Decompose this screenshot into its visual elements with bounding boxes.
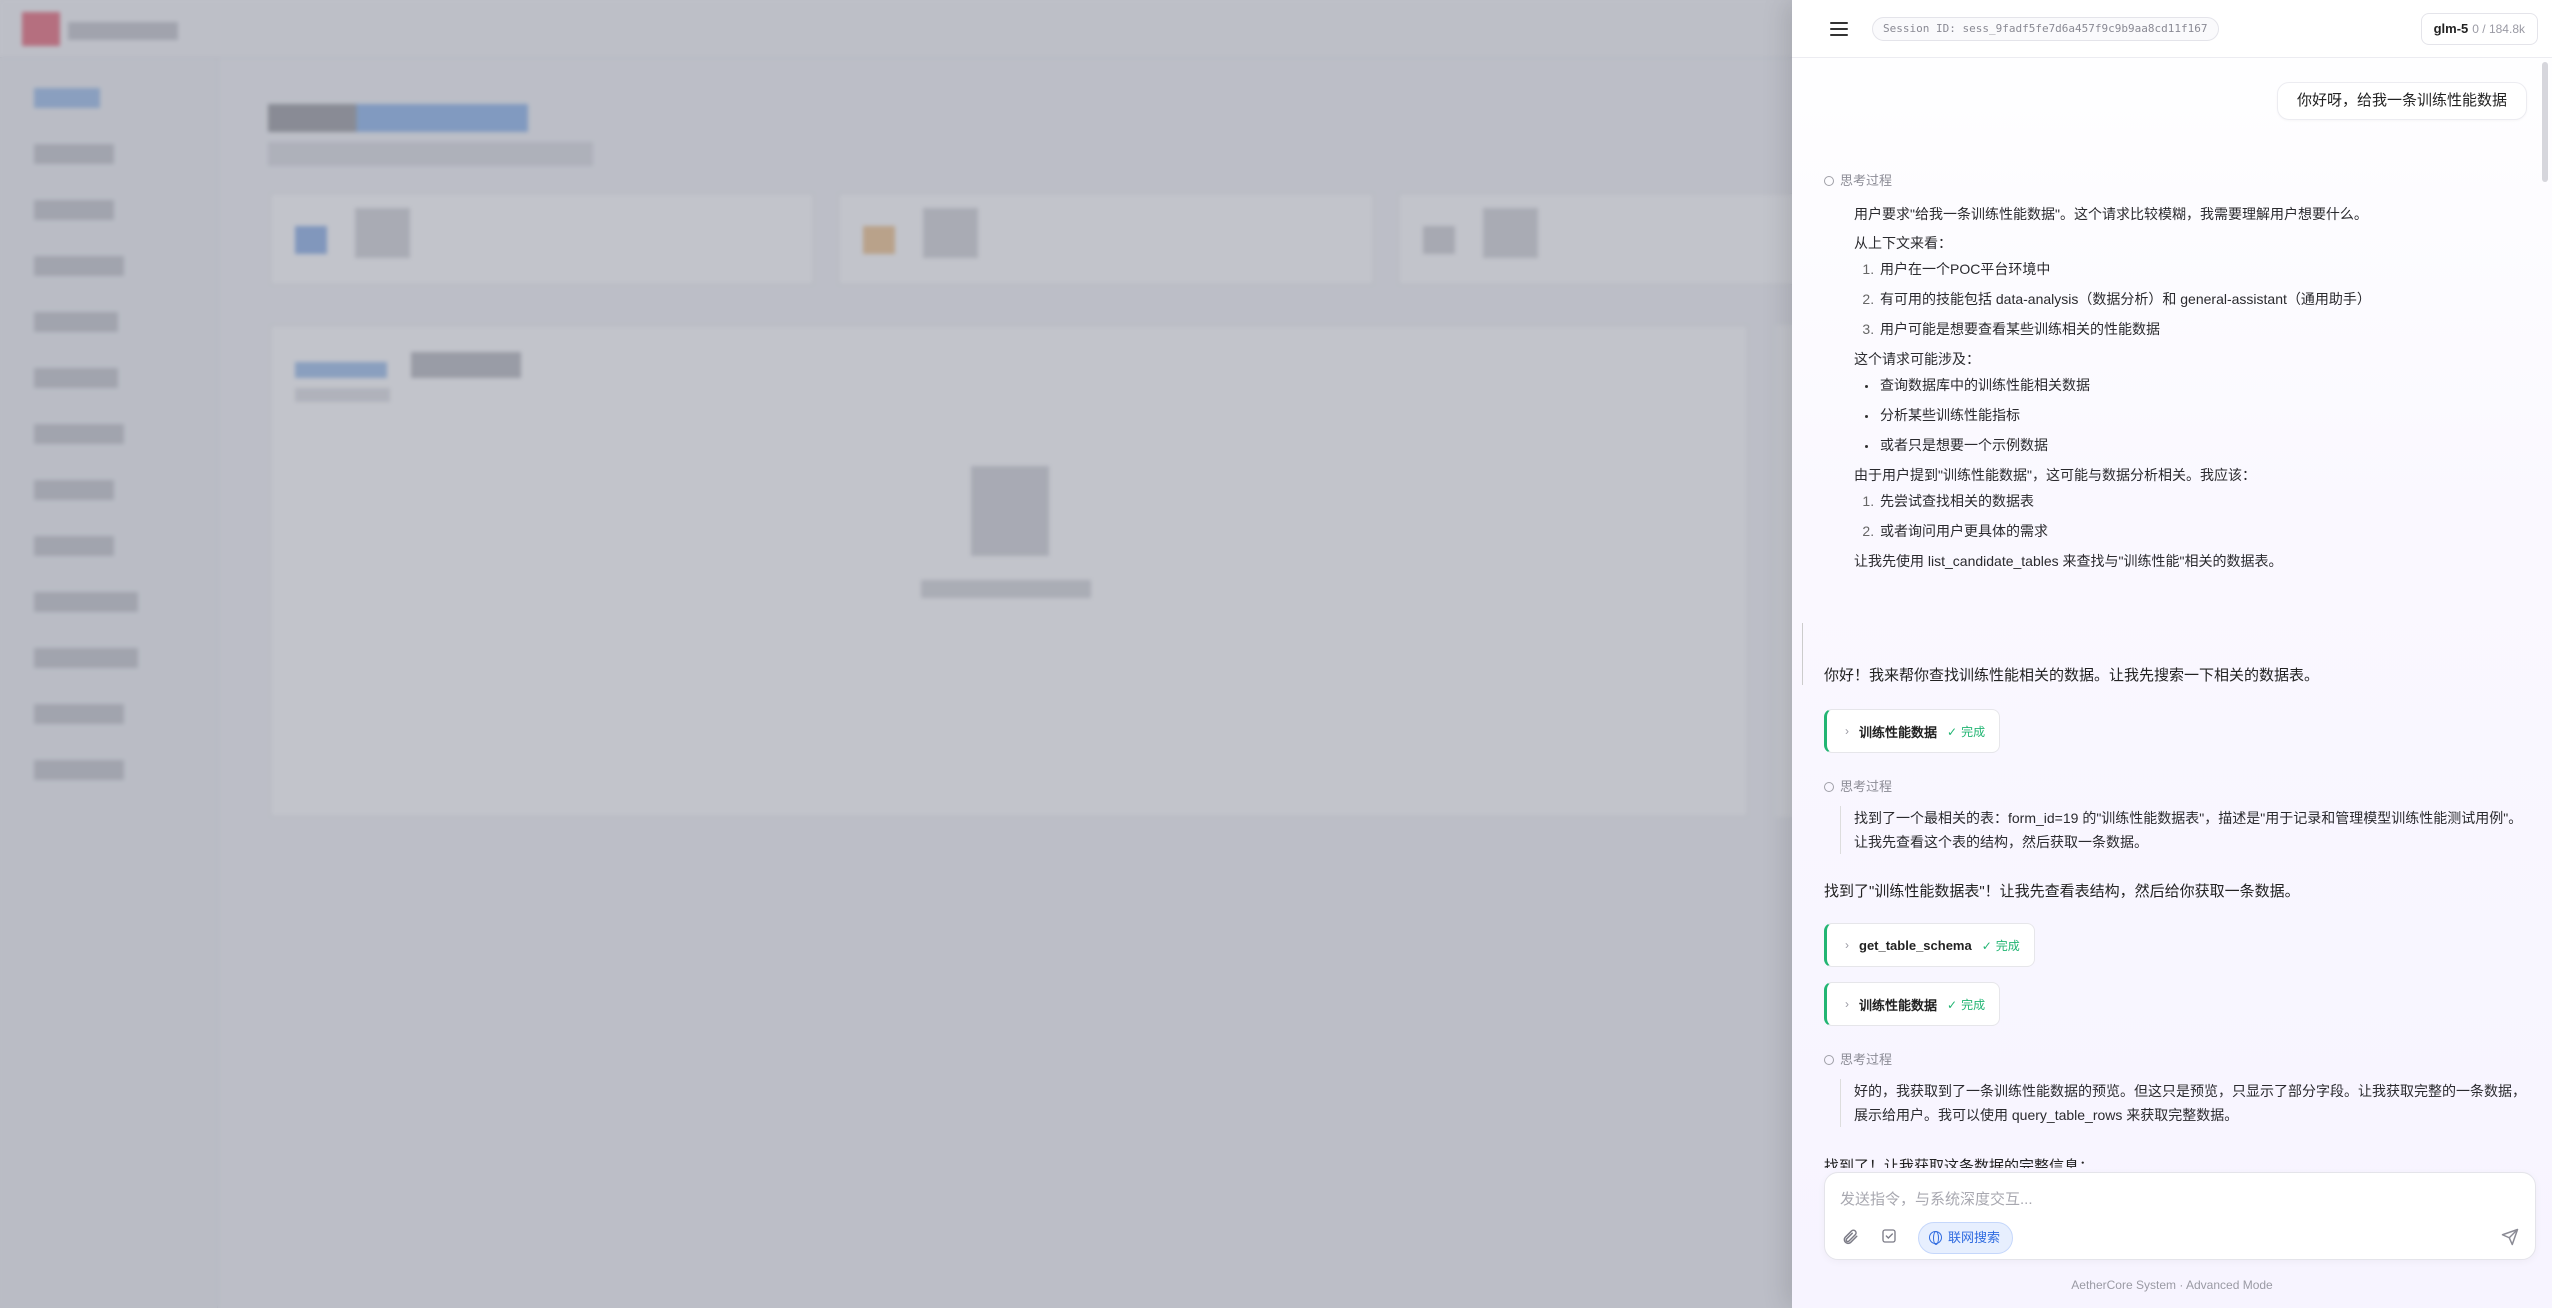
web-search-toggle[interactable]: 联网搜索: [1918, 1222, 2014, 1254]
thinking-content: 找到了一个最相关的表：form_id=19 的"训练性能数据表"，描述是"用于记…: [1840, 806, 2530, 854]
thinking-paragraph: 让我先使用 list_candidate_tables 来查找与"训练性能"相关…: [1854, 553, 2283, 569]
modal-overlay[interactable]: [0, 0, 1792, 1308]
assistant-message: 你好！我来帮你查找训练性能相关的数据。让我先搜索一下相关的数据表。: [1824, 667, 2320, 684]
menu-icon[interactable]: [1830, 19, 1850, 39]
assistant-drawer: Session ID: sess_9fadf5fe7d6a457f9c9b9aa…: [1792, 0, 2552, 1308]
sparkle-icon: [1824, 1055, 1834, 1065]
model-name: glm-5: [2433, 21, 2469, 36]
message-composer: 发送指令，与系统深度交互... 联网搜索: [1824, 1172, 2536, 1260]
thinking-paragraph: 从上下文来看：: [1854, 235, 1952, 251]
thinking-label: 思考过程: [1840, 1052, 1893, 1067]
tool-status-text: 完成: [1961, 724, 1986, 739]
list-item: 用户在一个POC平台环境中: [1878, 262, 2530, 276]
tool-name: get_table_schema: [1859, 937, 1972, 953]
model-selector[interactable]: glm-5 0 / 184.8k: [2420, 13, 2538, 45]
list-item: 查询数据库中的训练性能相关数据: [1878, 378, 2530, 392]
thinking-paragraph: 这个请求可能涉及：: [1854, 351, 1980, 367]
sparkle-icon: [1824, 782, 1834, 792]
thinking-toggle[interactable]: 思考过程: [1824, 170, 1892, 189]
list-item: 或者只是想要一个示例数据: [1878, 438, 2530, 452]
assistant-message: 找到了！让我获取这条数据的完整信息：: [1824, 1158, 2095, 1168]
thinking-label: 思考过程: [1840, 779, 1893, 794]
thinking-toggle[interactable]: 思考过程: [1824, 776, 1892, 795]
thinking-content: 好的，我获取到了一条训练性能数据的预览。但这只是预览，只显示了部分字段。让我获取…: [1840, 1079, 2530, 1127]
tool-call-card[interactable]: › get_table_schema ✓ 完成: [1824, 923, 2035, 967]
web-search-label: 联网搜索: [1948, 1230, 2001, 1245]
list-item: 先尝试查找相关的数据表: [1878, 494, 2530, 508]
paperclip-icon[interactable]: [1840, 1228, 1860, 1248]
chat-scrollbar[interactable]: [2542, 62, 2548, 182]
tool-status-text: 完成: [1995, 938, 2020, 953]
sparkle-icon: [1824, 176, 1834, 186]
tool-status-text: 完成: [1961, 997, 1986, 1012]
chevron-right-icon: ›: [1845, 724, 1849, 738]
thinking-paragraph: 由于用户提到"训练性能数据"，这可能与数据分析相关。我应该：: [1854, 467, 2256, 483]
tool-status: ✓ 完成: [1982, 937, 2020, 954]
chat-scroll-area[interactable]: 你好呀，给我一条训练性能数据 思考过程 用户要求"给我一条训练性能数据"。这个请…: [1792, 58, 2552, 1168]
tool-name: 训练性能数据: [1859, 997, 1938, 1013]
globe-icon: [1929, 1231, 1942, 1245]
user-message: 你好呀，给我一条训练性能数据: [2276, 82, 2527, 120]
task-check-icon[interactable]: [1879, 1228, 1899, 1248]
session-id-badge: Session ID: sess_9fadf5fe7d6a457f9c9b9aa…: [1872, 17, 2219, 41]
drawer-header: Session ID: sess_9fadf5fe7d6a457f9c9b9aa…: [1792, 0, 2552, 58]
chevron-right-icon: ›: [1845, 997, 1849, 1011]
thinking-toggle[interactable]: 思考过程: [1824, 1049, 1892, 1068]
tool-call-card[interactable]: › 训练性能数据 ✓ 完成: [1824, 982, 2001, 1026]
check-icon: ✓: [1947, 724, 1958, 739]
thinking-label: 思考过程: [1840, 173, 1893, 188]
message-input[interactable]: 发送指令，与系统深度交互...: [1840, 1188, 2033, 1209]
thinking-paragraph: 好的，我获取到了一条训练性能数据的预览。但这只是预览，只显示了部分字段。让我获取…: [1854, 1083, 2526, 1123]
thinking-content: 用户要求"给我一条训练性能数据"。这个请求比较模糊，我需要理解用户想要什么。 从…: [1840, 207, 2530, 583]
tool-status: ✓ 完成: [1947, 996, 1985, 1013]
list-item: 用户可能是想要查看某些训练相关的性能数据: [1878, 322, 2530, 336]
thinking-divider: [1802, 623, 1803, 685]
check-icon: ✓: [1947, 997, 1958, 1012]
assistant-message: 找到了"训练性能数据表"！让我先查看表结构，然后给你获取一条数据。: [1824, 883, 2300, 900]
list-item: 分析某些训练性能指标: [1878, 408, 2530, 422]
thinking-paragraph: 找到了一个最相关的表：form_id=19 的"训练性能数据表"，描述是"用于记…: [1854, 810, 2523, 850]
tool-name: 训练性能数据: [1859, 724, 1938, 740]
thinking-paragraph: 用户要求"给我一条训练性能数据"。这个请求比较模糊，我需要理解用户想要什么。: [1854, 206, 2368, 222]
token-usage: 0 / 184.8k: [2472, 22, 2525, 36]
tool-call-card[interactable]: › 训练性能数据 ✓ 完成: [1824, 709, 2001, 753]
send-icon[interactable]: [2499, 1228, 2521, 1250]
tool-status: ✓ 完成: [1947, 723, 1985, 740]
list-item: 有可用的技能包括 data-analysis（数据分析）和 general-as…: [1878, 292, 2530, 306]
check-icon: ✓: [1981, 938, 1992, 953]
footer-brand: AetherCore System · Advanced Mode: [2071, 1278, 2273, 1292]
list-item: 或者询问用户更具体的需求: [1878, 524, 2530, 538]
chevron-right-icon: ›: [1845, 938, 1849, 952]
